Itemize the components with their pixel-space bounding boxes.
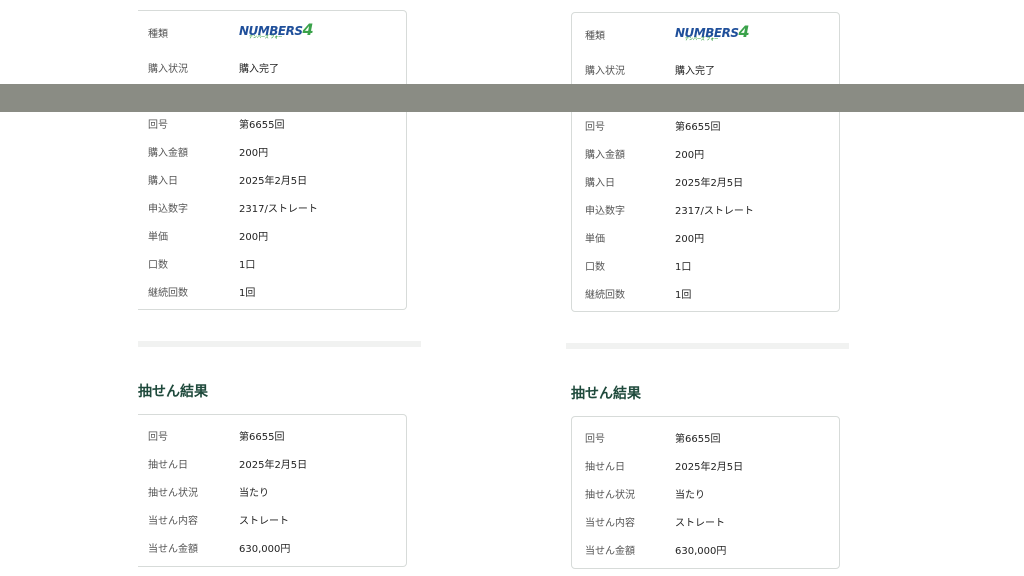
draw-status-label: 抽せん状況 — [585, 489, 635, 501]
overlay-bar — [0, 84, 1024, 112]
section-divider — [566, 343, 849, 349]
draw-number-label: 回号 — [585, 121, 605, 133]
draw-result-card: 回号 第6655回 抽せん日 2025年2月5日 抽せん状況 当たり 当せん内容… — [138, 414, 407, 567]
purchase-amount-value: 200円 — [675, 149, 705, 161]
purchase-amount-label: 購入金額 — [585, 149, 625, 161]
unit-price-value: 200円 — [239, 231, 269, 243]
draw-date-value: 2025年2月5日 — [675, 461, 744, 473]
purchase-date-label: 購入日 — [585, 177, 615, 189]
purchase-details-card: 種類 NUMBERS4 ナンバーズ フォー 購入状況 購入完了 回号 第6655回… — [138, 10, 407, 310]
draw-number-value: 第6655回 — [675, 121, 721, 133]
draw-date-value: 2025年2月5日 — [239, 459, 308, 471]
draw-date-label: 抽せん日 — [148, 459, 188, 471]
win-amount-label: 当せん金額 — [148, 543, 198, 555]
win-type-label: 当せん内容 — [585, 517, 635, 529]
draw-date-label: 抽せん日 — [585, 461, 625, 473]
continuation-label: 継続回数 — [585, 289, 625, 301]
purchase-date-value: 2025年2月5日 — [239, 175, 308, 187]
unit-price-value: 200円 — [675, 233, 705, 245]
win-amount-value: 630,000円 — [675, 545, 727, 557]
units-value: 1口 — [239, 259, 256, 271]
result-draw-number-value: 第6655回 — [675, 433, 721, 445]
purchase-amount-value: 200円 — [239, 147, 269, 159]
continuation-value: 1回 — [675, 289, 692, 301]
draw-result-title: 抽せん結果 — [571, 386, 641, 402]
purchase-date-value: 2025年2月5日 — [675, 177, 744, 189]
numbers4-logo: NUMBERS4 ナンバーズ フォー — [239, 20, 314, 39]
purchase-status-label: 購入状況 — [585, 65, 625, 77]
unit-price-label: 単価 — [585, 233, 605, 245]
entry-numbers-value: 2317/ストレート — [675, 205, 754, 217]
draw-status-value: 当たり — [239, 487, 269, 499]
units-label: 口数 — [585, 261, 605, 273]
draw-status-value: 当たり — [675, 489, 705, 501]
win-type-value: ストレート — [239, 515, 289, 527]
win-amount-value: 630,000円 — [239, 543, 291, 555]
draw-number-value: 第6655回 — [239, 119, 285, 131]
result-draw-number-label: 回号 — [148, 431, 168, 443]
draw-status-label: 抽せん状況 — [148, 487, 198, 499]
continuation-value: 1回 — [239, 287, 256, 299]
type-label: 種類 — [585, 30, 605, 42]
units-label: 口数 — [148, 259, 168, 271]
continuation-label: 継続回数 — [148, 287, 188, 299]
entry-numbers-label: 申込数字 — [148, 203, 188, 215]
type-label: 種類 — [148, 28, 168, 40]
purchase-status-value: 購入完了 — [239, 63, 279, 75]
draw-result-title: 抽せん結果 — [138, 384, 208, 400]
numbers4-logo: NUMBERS4 ナンバーズ フォー — [675, 22, 750, 41]
draw-number-label: 回号 — [148, 119, 168, 131]
purchase-date-label: 購入日 — [148, 175, 178, 187]
units-value: 1口 — [675, 261, 692, 273]
purchase-status-label: 購入状況 — [148, 63, 188, 75]
purchase-details-card: 種類 NUMBERS4 ナンバーズ フォー 購入状況 購入完了 回号 第6655回… — [571, 12, 840, 312]
win-type-label: 当せん内容 — [148, 515, 198, 527]
section-divider — [138, 341, 421, 347]
draw-result-card: 回号 第6655回 抽せん日 2025年2月5日 抽せん状況 当たり 当せん内容… — [571, 416, 840, 569]
purchase-status-value: 購入完了 — [675, 65, 715, 77]
unit-price-label: 単価 — [148, 231, 168, 243]
result-draw-number-label: 回号 — [585, 433, 605, 445]
entry-numbers-value: 2317/ストレート — [239, 203, 318, 215]
win-amount-label: 当せん金額 — [585, 545, 635, 557]
win-type-value: ストレート — [675, 517, 725, 529]
entry-numbers-label: 申込数字 — [585, 205, 625, 217]
purchase-amount-label: 購入金額 — [148, 147, 188, 159]
result-draw-number-value: 第6655回 — [239, 431, 285, 443]
